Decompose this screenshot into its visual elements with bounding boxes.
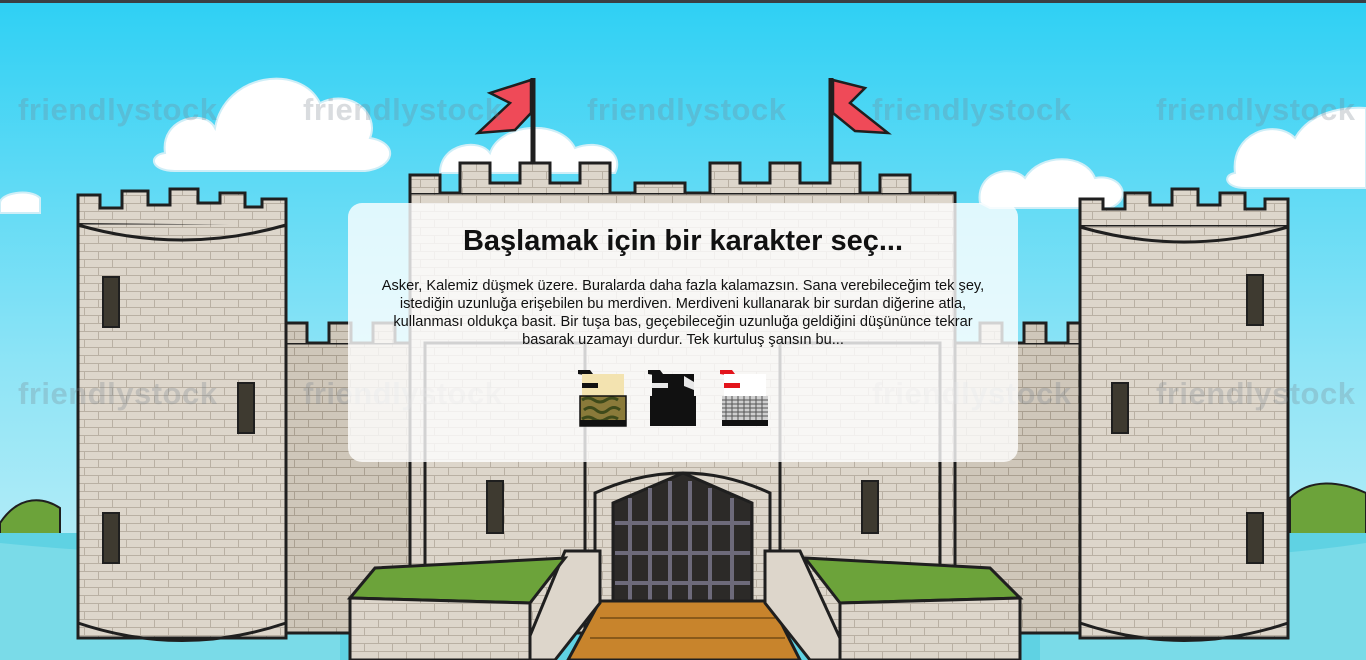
camo-soldier-icon xyxy=(578,370,627,427)
white-runner-icon xyxy=(720,370,768,426)
intro-text: Asker, Kalemiz düşmek üzere. Buralarda d… xyxy=(381,278,985,348)
black-ninja-icon xyxy=(648,370,696,426)
right-lawn-wall xyxy=(838,596,1022,660)
character-white-button[interactable] xyxy=(720,368,770,428)
character-ninja-button[interactable] xyxy=(648,368,698,428)
left-lawn-wall xyxy=(348,596,532,660)
character-list xyxy=(348,368,1018,428)
left-tower xyxy=(76,187,288,642)
character-select-panel: Başlamak için bir karakter seç... Asker,… xyxy=(348,203,1018,462)
panel-title: Başlamak için bir karakter seç... xyxy=(462,225,904,257)
character-camo-button[interactable] xyxy=(578,368,628,428)
right-tower xyxy=(1078,187,1290,642)
